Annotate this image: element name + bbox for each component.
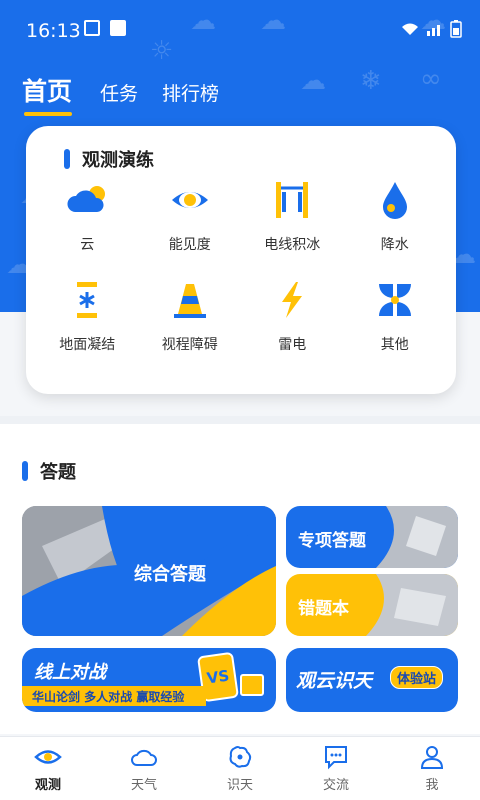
lightning-icon — [282, 282, 303, 318]
nav-know-sky[interactable]: 识天 — [192, 737, 288, 800]
active-tab-underline — [24, 112, 72, 116]
wrong-book-label: 错题本 — [298, 599, 349, 619]
online-battle-title: 线上对战 — [34, 662, 106, 683]
nav-me-label: 我 — [425, 778, 439, 793]
tab-home-label: 首页 — [22, 77, 73, 106]
nav-exchange-label: 交流 — [322, 778, 349, 793]
nav-weather[interactable]: 天气 — [96, 737, 192, 800]
tab-tasks[interactable]: 任务 — [100, 79, 138, 106]
practice-item-label: 雷电 — [278, 337, 307, 353]
answer-section-title: 答题 — [22, 458, 76, 484]
practice-item-label: 降水 — [380, 237, 409, 253]
brain-nav-icon — [229, 746, 252, 768]
comprehensive-quiz-label: 综合答题 — [134, 564, 206, 585]
bottom-nav: 观测 天气 识天 交流 我 — [0, 736, 480, 800]
wire-ice-icon — [276, 182, 309, 218]
infinity-deco-icon: ∞ — [420, 64, 442, 94]
special-quiz-tile[interactable]: 专项答题 — [286, 506, 458, 568]
chat-nav-icon — [325, 746, 347, 770]
practice-item-visibility[interactable]: 能见度 — [139, 178, 242, 254]
frost-icon — [77, 282, 98, 318]
grid-icon — [378, 284, 411, 316]
eye-nav-icon — [34, 750, 62, 764]
practice-item-visual-obstruction[interactable]: 视程障碍 — [139, 278, 242, 354]
practice-section-title: 观测演练 — [64, 146, 154, 172]
online-battle-subtitle: 华山论剑 多人对战 赢取经验 — [32, 690, 185, 704]
practice-item-precipitation[interactable]: 降水 — [344, 178, 447, 254]
nav-weather-label: 天气 — [130, 778, 157, 793]
practice-item-label: 云 — [80, 237, 95, 253]
answer-section: 答题 综合答题 专项答题 错题本 线上对战 VS 华山论剑 多人对战 赢取经验 … — [0, 424, 480, 734]
practice-card: 观测演练 云 能见度 电线积冰 降水 地面凝结 视程障碍 雷电 其他 — [26, 126, 456, 394]
section-marker — [64, 149, 70, 169]
practice-title-text: 观测演练 — [82, 150, 154, 171]
nav-observe[interactable]: 观测 — [0, 737, 96, 800]
cloud-deco-icon: ☁ — [300, 66, 326, 96]
practice-item-wire-ice[interactable]: 电线积冰 — [241, 178, 344, 254]
tab-leaderboard[interactable]: 排行榜 — [162, 79, 219, 106]
practice-item-label: 视程障碍 — [161, 337, 218, 353]
practice-grid: 云 能见度 电线积冰 降水 地面凝结 视程障碍 雷电 其他 — [36, 178, 446, 354]
answer-title-text: 答题 — [40, 462, 76, 483]
practice-item-cloud[interactable]: 云 — [36, 178, 139, 254]
nav-know-sky-label: 识天 — [226, 778, 253, 793]
cloud-experience-banner[interactable]: 观云识天 体验站 — [286, 648, 458, 712]
comprehensive-quiz-tile[interactable]: 综合答题 — [22, 506, 276, 636]
online-battle-banner[interactable]: 线上对战 VS 华山论剑 多人对战 赢取经验 — [22, 648, 276, 712]
vs-badge: VS — [205, 666, 231, 688]
cloud-icon — [67, 186, 106, 212]
image-notification-icon — [84, 20, 100, 36]
practice-item-thunder[interactable]: 雷电 — [241, 278, 344, 354]
person-nav-icon — [420, 746, 444, 769]
wrong-book-tile[interactable]: 错题本 — [286, 574, 458, 636]
top-tabs: 首页 任务 排行榜 — [22, 72, 219, 116]
tab-home[interactable]: 首页 — [22, 72, 73, 116]
wifi-icon — [400, 21, 420, 41]
eye-icon — [171, 192, 208, 208]
nav-me[interactable]: 我 — [384, 737, 480, 800]
practice-item-other[interactable]: 其他 — [344, 278, 447, 354]
tab-tasks-label: 任务 — [100, 83, 139, 105]
nav-exchange[interactable]: 交流 — [288, 737, 384, 800]
status-right — [400, 20, 462, 42]
cloud-nav-icon — [131, 749, 157, 766]
practice-item-label: 其他 — [380, 337, 409, 353]
nav-observe-label: 观测 — [34, 778, 61, 793]
cloud-experience-title: 观云识天 — [296, 670, 373, 692]
signal-icon — [426, 21, 444, 41]
snow-deco-icon: ❄ — [360, 66, 382, 96]
status-bar: 16:13 — [0, 0, 480, 52]
check-notification-icon — [110, 20, 126, 36]
practice-item-label: 电线积冰 — [264, 237, 321, 253]
cone-icon — [173, 284, 206, 318]
status-time: 16:13 — [26, 20, 81, 42]
practice-item-label: 能见度 — [168, 237, 211, 253]
practice-item-label: 地面凝结 — [59, 337, 116, 353]
section-marker — [22, 461, 28, 481]
special-quiz-label: 专项答题 — [298, 531, 366, 551]
battle-subtitle-strip: 华山论剑 多人对战 赢取经验 — [22, 686, 206, 706]
battery-icon — [450, 20, 462, 42]
gift-icon — [240, 674, 264, 696]
raindrop-icon — [382, 182, 407, 219]
section-divider — [0, 416, 480, 424]
practice-item-ground-condensation[interactable]: 地面凝结 — [36, 278, 139, 354]
tab-leaderboard-label: 排行榜 — [162, 83, 220, 105]
experience-badge: 体验站 — [390, 666, 444, 689]
